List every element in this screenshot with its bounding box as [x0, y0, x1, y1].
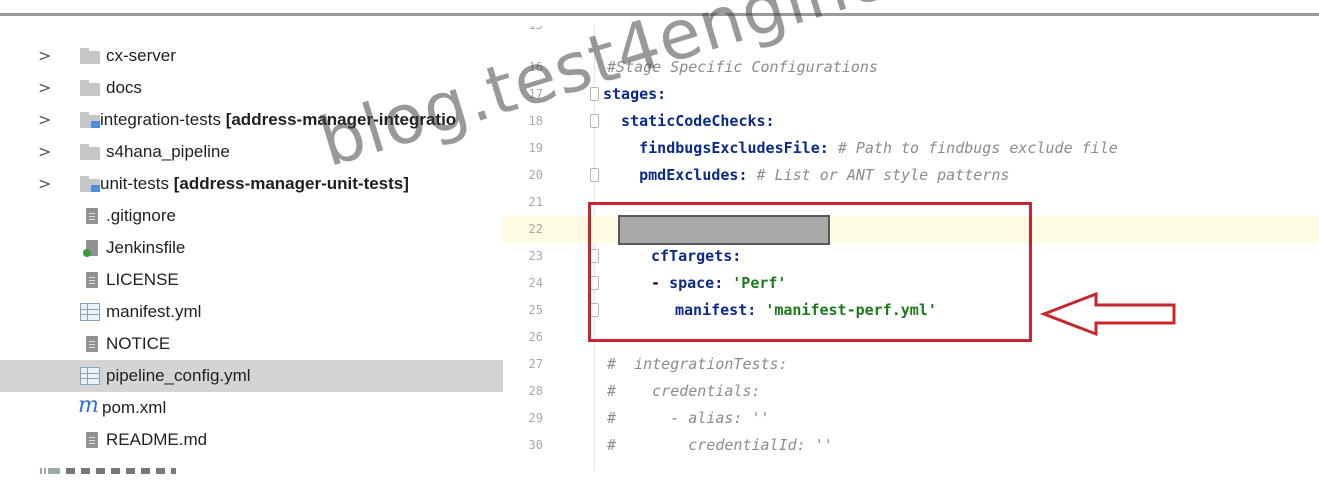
tree-item-pom-xml[interactable]: m pom.xml	[0, 392, 503, 424]
fold-toggle-icon[interactable]	[590, 114, 599, 128]
comment-text: #Stage Specific Configurations	[607, 58, 878, 76]
yaml-key: pmdExcludes	[639, 166, 739, 184]
tree-item-label: cx-server	[106, 46, 176, 65]
code-line[interactable]: 20 pmdExcludes: # List or ANT style patt…	[503, 162, 1319, 189]
line-number: 26	[528, 330, 543, 344]
tree-item-license[interactable]: LICENSE	[0, 264, 503, 296]
code-content: pmdExcludes: # List or ANT style pattern…	[639, 166, 1010, 184]
code-line[interactable]: 16 #Stage Specific Configurations	[503, 54, 1319, 81]
yaml-file-icon	[80, 367, 100, 385]
comment-text: # credentialId: ''	[607, 436, 833, 454]
tree-item-unit-tests[interactable]: > unit-tests [address-manager-unit-tests…	[0, 168, 503, 200]
fold-toggle-icon[interactable]	[590, 87, 599, 101]
yaml-key: staticCodeChecks:	[603, 112, 775, 130]
line-number: 28	[528, 384, 543, 398]
code-line[interactable]: 27 # integrationTests:	[503, 351, 1319, 378]
tree-item-docs[interactable]: > docs	[0, 72, 503, 104]
chevron-right-icon[interactable]: >	[38, 47, 52, 65]
yaml-key: findbugsExcludesFile	[639, 139, 820, 157]
left-arrow-icon	[1040, 291, 1176, 337]
tree-item-label: .gitignore	[106, 206, 176, 225]
maven-icon: m	[78, 393, 99, 418]
module-folder-icon	[80, 176, 100, 192]
code-line[interactable]: 15	[503, 26, 1319, 39]
line-number: 20	[528, 168, 543, 182]
module-artifact: [address-manager-integratio	[225, 110, 457, 129]
folder-icon	[80, 80, 100, 96]
line-number: 22	[528, 222, 543, 236]
tree-item-label: integration-tests [address-manager-integ…	[100, 109, 456, 131]
tree-item-cx-server[interactable]: > cx-server	[0, 40, 503, 72]
tree-item-label: s4hana_pipeline	[106, 142, 230, 161]
code-line[interactable]: 19 findbugsExcludesFile: # Path to findb…	[503, 135, 1319, 162]
tree-item-label: docs	[106, 78, 142, 97]
text-file-icon	[86, 208, 98, 224]
fold-end-icon[interactable]	[590, 168, 599, 182]
comment-text: # - alias: ''	[607, 409, 770, 427]
line-number: 29	[528, 411, 543, 425]
line-number: 24	[528, 276, 543, 290]
code-line[interactable]: 18 staticCodeChecks:	[503, 108, 1319, 135]
tree-item-partial[interactable]	[0, 454, 503, 478]
line-number: 16	[528, 60, 543, 74]
comment-text: # List or ANT style patterns	[756, 166, 1010, 184]
text-file-icon	[86, 432, 98, 448]
tree-item-label: pipeline_config.yml	[106, 366, 251, 385]
tree-item-readme[interactable]: README.md	[0, 424, 503, 456]
tree-item-label: README.md	[106, 430, 208, 449]
tree-item-jenkinsfile[interactable]: Jenkinsfile	[0, 232, 503, 264]
tree-item-label: LICENSE	[106, 270, 179, 289]
tree-item-label: manifest.yml	[106, 302, 202, 321]
project-tree: > cx-server > docs > integration-tests […	[0, 38, 503, 478]
top-divider	[0, 13, 1319, 16]
chevron-right-icon[interactable]: >	[38, 79, 52, 97]
tree-item-notice[interactable]: NOTICE	[0, 328, 503, 360]
code-line[interactable]: 17 stages:	[503, 81, 1319, 108]
tree-item-label: Jenkinsfile	[106, 238, 186, 257]
code-content: findbugsExcludesFile: # Path to findbugs…	[639, 139, 1118, 157]
line-number: 19	[528, 141, 543, 155]
code-line[interactable]: 30 # credentialId: ''	[503, 432, 1319, 459]
module-artifact: [address-manager-unit-tests]	[173, 174, 409, 193]
comment-text: # Path to findbugs exclude file	[837, 139, 1118, 157]
chevron-right-icon[interactable]: >	[38, 111, 52, 129]
folder-icon	[80, 144, 100, 160]
yaml-file-icon	[80, 303, 100, 321]
chevron-right-icon[interactable]: >	[38, 143, 52, 161]
comment-text: # credentials:	[607, 382, 761, 400]
jenkins-file-icon	[83, 240, 98, 257]
tree-item-pipeline-config-yml[interactable]: pipeline_config.yml	[0, 360, 503, 392]
line-number: 17	[528, 87, 543, 101]
tree-item-label: NOTICE	[106, 334, 171, 353]
tree-item-label: unit-tests [address-manager-unit-tests]	[100, 173, 409, 195]
chevron-right-icon[interactable]: >	[38, 175, 52, 193]
module-name: integration-tests	[100, 110, 226, 129]
tree-item-manifest-yml[interactable]: manifest.yml	[0, 296, 503, 328]
line-number: 23	[528, 249, 543, 263]
tree-item-s4hana-pipeline[interactable]: > s4hana_pipeline	[0, 136, 503, 168]
yaml-key: stages:	[603, 85, 667, 103]
line-number: 15	[503, 26, 543, 34]
line-number: 27	[528, 357, 543, 371]
library-icon	[40, 468, 60, 474]
code-line[interactable]: 28 # credentials:	[503, 378, 1319, 405]
folder-icon	[80, 48, 100, 64]
tree-item-label: pom.xml	[102, 398, 167, 417]
comment-text: # integrationTests:	[607, 355, 788, 373]
tree-item-cut-off	[66, 468, 176, 474]
module-folder-icon	[80, 112, 100, 128]
module-name: unit-tests	[100, 174, 174, 193]
tree-item-gitignore[interactable]: .gitignore	[0, 200, 503, 232]
code-line[interactable]: 29 # - alias: ''	[503, 405, 1319, 432]
line-number: 18	[528, 114, 543, 128]
highlight-box	[588, 202, 1032, 342]
tree-item-integration-tests[interactable]: > integration-tests [address-manager-int…	[0, 104, 503, 136]
text-file-icon	[86, 272, 98, 288]
line-number: 25	[528, 303, 543, 317]
text-file-icon	[86, 336, 98, 352]
line-number: 21	[528, 195, 543, 209]
line-number: 30	[528, 438, 543, 452]
